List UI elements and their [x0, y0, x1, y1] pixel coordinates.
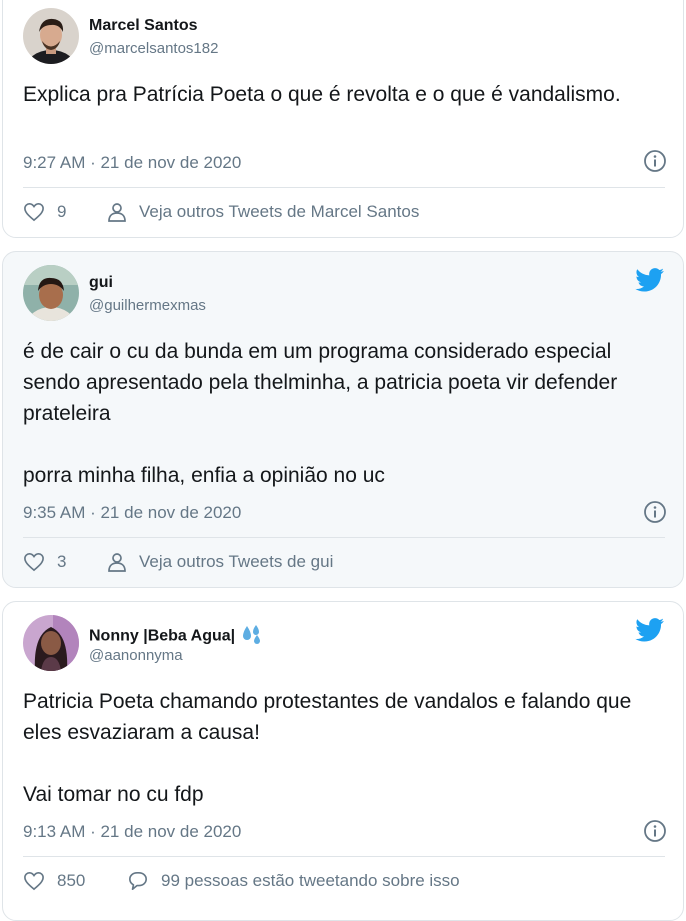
avatar[interactable] [23, 265, 79, 321]
reply-bubble-icon [129, 872, 147, 890]
tweet-card-gui[interactable]: gui @guilhermexmas é de cair o cu da bun… [2, 251, 684, 588]
person-icon [108, 553, 126, 572]
like-count: 3 [57, 552, 67, 571]
heart-icon [24, 202, 44, 222]
info-icon[interactable] [643, 819, 667, 843]
timestamp[interactable]: 9:27 AM · 21 de nov de 2020 [23, 153, 241, 173]
handle[interactable]: @aanonnyma [89, 647, 183, 664]
info-icon[interactable] [643, 500, 667, 524]
conversation-link[interactable]: 99 pessoas estão tweetando sobre isso [127, 871, 460, 891]
divider [23, 537, 665, 538]
tweet-card-marcel[interactable]: Marcel Santos @marcelsantos182 Explica p… [2, 0, 684, 238]
tweet-card-nonny[interactable]: Nonny |Beba Agua| @aanonnyma Patricia Po… [2, 601, 684, 921]
display-name-text: Nonny |Beba Agua| [89, 627, 236, 645]
like-count: 850 [57, 871, 86, 890]
tweet-text: Patricia Poeta chamando protestantes de … [23, 690, 632, 806]
more-tweets-label: Veja outros Tweets de gui [139, 552, 334, 571]
more-tweets-link[interactable]: Veja outros Tweets de Marcel Santos [107, 202, 419, 222]
avatar[interactable] [23, 615, 79, 671]
handle[interactable]: @marcelsantos182 [89, 40, 218, 57]
display-name[interactable]: Marcel Santos [89, 17, 197, 35]
avatar[interactable] [23, 8, 79, 64]
timestamp[interactable]: 9:35 AM · 21 de nov de 2020 [23, 503, 241, 523]
sweat-droplets-icon [241, 624, 263, 649]
info-icon[interactable] [643, 149, 667, 173]
like-button[interactable]: 3 [23, 552, 66, 572]
twitter-bird-icon[interactable] [635, 268, 665, 292]
heart-icon [24, 871, 44, 891]
like-button[interactable]: 9 [23, 202, 66, 222]
timestamp[interactable]: 9:13 AM · 21 de nov de 2020 [23, 822, 241, 842]
more-tweets-link[interactable]: Veja outros Tweets de gui [107, 552, 333, 572]
conversation-label: 99 pessoas estão tweetando sobre isso [161, 871, 460, 890]
more-tweets-label: Veja outros Tweets de Marcel Santos [139, 202, 420, 221]
person-icon [108, 203, 126, 222]
like-button[interactable]: 850 [23, 871, 85, 891]
divider [23, 856, 665, 857]
handle[interactable]: @guilhermexmas [89, 297, 206, 314]
divider [23, 187, 665, 188]
display-name[interactable]: Nonny |Beba Agua| [89, 624, 263, 649]
tweet-text: é de cair o cu da bunda em um programa c… [23, 340, 618, 487]
heart-icon [24, 552, 44, 572]
display-name[interactable]: gui [89, 274, 113, 292]
tweet-text: Explica pra Patrícia Poeta o que é revol… [23, 83, 621, 106]
twitter-bird-icon[interactable] [635, 618, 665, 642]
like-count: 9 [57, 202, 67, 221]
